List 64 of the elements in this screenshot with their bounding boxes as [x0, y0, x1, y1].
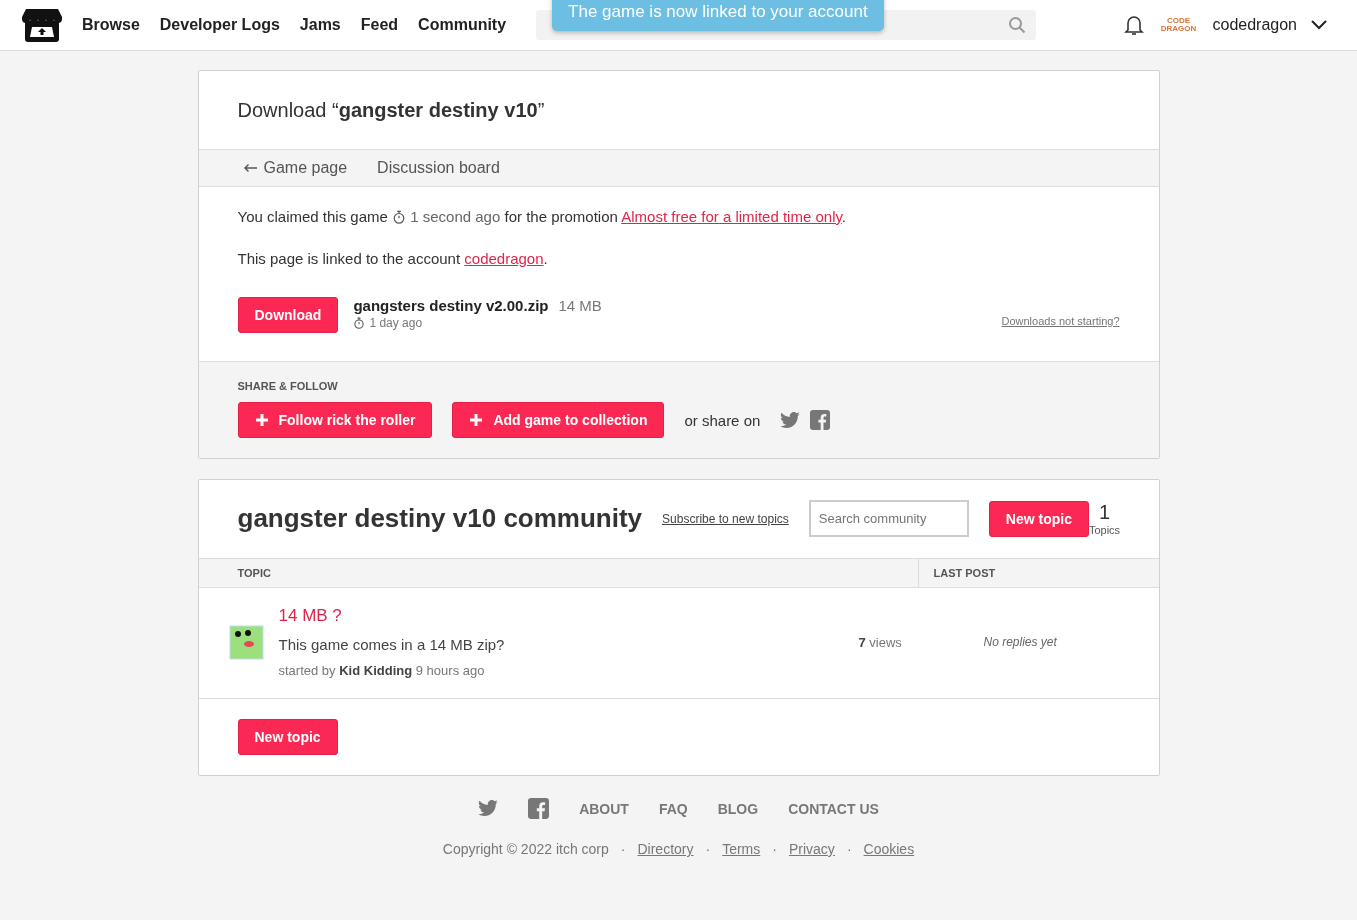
chevron-down-icon[interactable]: [1311, 20, 1327, 30]
footer-link[interactable]: Privacy: [788, 841, 835, 857]
help-link[interactable]: Downloads not starting?: [1001, 315, 1120, 327]
subscribe-link[interactable]: Subscribe to new topics: [662, 511, 789, 526]
nav-tab[interactable]: Game page: [242, 159, 348, 177]
action-button[interactable]: Add game to collection: [452, 402, 665, 438]
logo-icon[interactable]: [22, 7, 62, 43]
separator-dot: ·: [772, 841, 777, 857]
topic-meta: started by Kid Kidding 9 hours ago: [278, 663, 486, 678]
nav-link[interactable]: Browse: [82, 16, 140, 34]
download-button[interactable]: Download: [237, 297, 339, 333]
nav-link[interactable]: Jams: [299, 16, 341, 34]
community-title: gangster destiny v10 community: [237, 503, 643, 534]
topic-title[interactable]: 14 MB ?: [278, 606, 859, 626]
username[interactable]: codedragon: [1212, 16, 1297, 34]
bell-icon[interactable]: [1124, 14, 1145, 36]
promotion-link[interactable]: Almost free for a limited time only: [621, 208, 842, 225]
notification-toast: The game is now linked to your account: [552, 0, 884, 31]
footer-link[interactable]: Terms: [722, 841, 761, 857]
footer-link[interactable]: Directory: [637, 841, 694, 857]
search-field[interactable]: Search community: [808, 500, 969, 537]
view-count: 7 views: [858, 634, 903, 650]
separator-dot: ·: [705, 841, 711, 857]
file-name: gangsters destiny v2.00.zip: [353, 297, 549, 314]
topic-count: 1: [1098, 501, 1111, 524]
new-topic-button[interactable]: New topic: [988, 500, 1089, 537]
stopwatch-icon: [353, 317, 366, 329]
file-size: 14 MB: [558, 297, 602, 314]
user-avatar[interactable]: CODE DRAGON: [1158, 16, 1199, 34]
nav-link[interactable]: Developer Logs: [159, 16, 280, 34]
stopwatch-icon: [392, 210, 407, 224]
upload-age: 1 day ago: [369, 316, 423, 330]
column-header: TOPIC: [198, 559, 919, 587]
footer-link[interactable]: ABOUT: [579, 800, 629, 817]
facebook-icon[interactable]: [810, 410, 831, 430]
nav-link[interactable]: Community: [418, 16, 507, 34]
footer-link[interactable]: FAQ: [658, 800, 688, 817]
column-header: LAST POST: [932, 566, 997, 581]
footer-link[interactable]: BLOG: [717, 800, 759, 817]
plus-icon: [469, 413, 484, 427]
left-arrow-icon: [242, 163, 258, 173]
new-topic-button[interactable]: New topic: [237, 719, 338, 755]
count-label: Topics: [1088, 524, 1121, 536]
twitter-icon[interactable]: [478, 800, 499, 817]
account-link[interactable]: codedragon: [464, 250, 544, 267]
action-button[interactable]: Follow rick the roller: [237, 402, 433, 438]
section-heading: SHARE & FOLLOW: [237, 380, 339, 392]
plus-icon: [254, 413, 269, 427]
footer-link[interactable]: Cookies: [863, 841, 915, 857]
frog-avatar-icon: [228, 624, 265, 660]
last-post: No replies yet: [982, 635, 1058, 649]
topic-excerpt: This game comes in a 14 MB zip?: [278, 636, 506, 653]
claim-text: You claimed this game 1 second ago for the promotion Almost free for a limited time only.: [237, 207, 848, 227]
nav-link[interactable]: Feed: [360, 16, 399, 34]
search-icon[interactable]: [1008, 16, 1027, 34]
linked-text: This page is linked to the account codedragon.: [237, 249, 549, 269]
separator-dot: ·: [846, 841, 852, 857]
share-label: or share on: [684, 411, 761, 429]
separator-dot: ·: [620, 841, 626, 857]
footer-link[interactable]: CONTACT US: [788, 800, 879, 817]
facebook-icon[interactable]: [528, 798, 550, 819]
copyright: Copyright © 2022 itch corp: [442, 841, 609, 857]
twitter-icon[interactable]: [780, 411, 801, 429]
nav-tab[interactable]: Discussion board: [377, 159, 500, 177]
